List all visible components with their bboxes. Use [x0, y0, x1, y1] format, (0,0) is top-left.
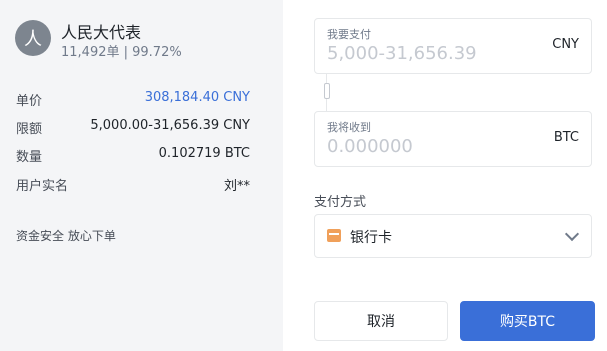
bank-card-icon [327, 229, 341, 242]
connector-line [326, 74, 327, 83]
receive-amount-field[interactable]: 我将收到 0.000000 BTC [314, 111, 592, 167]
buy-btc-button[interactable]: 购买BTC [460, 301, 595, 341]
info-row-limit: 限额 5,000.00-31,656.39 CNY [16, 118, 250, 138]
info-row-real-name: 用户实名 刘** [16, 175, 250, 195]
seller-name[interactable]: 人民大代表 [61, 19, 141, 43]
payment-method-value: 银行卡 [350, 230, 392, 246]
info-label: 数量 [16, 150, 43, 165]
pay-amount-placeholder[interactable]: 5,000-31,656.39 [327, 43, 477, 64]
info-value: 308,184.40 CNY [144, 90, 250, 105]
chevron-down-icon[interactable] [564, 226, 580, 242]
avatar: 人 [15, 20, 51, 56]
receive-amount-placeholder[interactable]: 0.000000 [327, 136, 413, 157]
info-row-price: 单价 308,184.40 CNY [16, 90, 250, 110]
payment-method-label: 支付方式 [314, 195, 367, 210]
payment-method-select[interactable]: 银行卡 [314, 214, 592, 258]
info-value: 0.102719 BTC [158, 146, 250, 161]
ad-info-panel: 人 人民大代表 11,492单 | 99.72% 单价 308,184.40 C… [0, 0, 283, 351]
pay-currency-label: CNY [552, 37, 579, 52]
seller-stats: 11,492单 | 99.72% [61, 45, 182, 60]
receive-amount-caption: 我将收到 [327, 121, 371, 134]
safety-note: 资金安全 放心下单 [16, 229, 116, 243]
receive-currency-label: BTC [553, 130, 579, 145]
info-value: 5,000.00-31,656.39 CNY [90, 118, 250, 133]
link-icon [324, 83, 330, 99]
cancel-button[interactable]: 取消 [314, 301, 448, 341]
pay-amount-caption: 我要支付 [327, 28, 371, 41]
info-value: 刘** [223, 179, 250, 194]
connector-line [326, 99, 327, 111]
info-label: 限额 [16, 122, 43, 137]
info-row-quantity: 数量 0.102719 BTC [16, 146, 250, 166]
info-label: 用户实名 [16, 179, 69, 194]
info-label: 单价 [16, 94, 43, 109]
pay-amount-field[interactable]: 我要支付 5,000-31,656.39 CNY [314, 18, 592, 74]
